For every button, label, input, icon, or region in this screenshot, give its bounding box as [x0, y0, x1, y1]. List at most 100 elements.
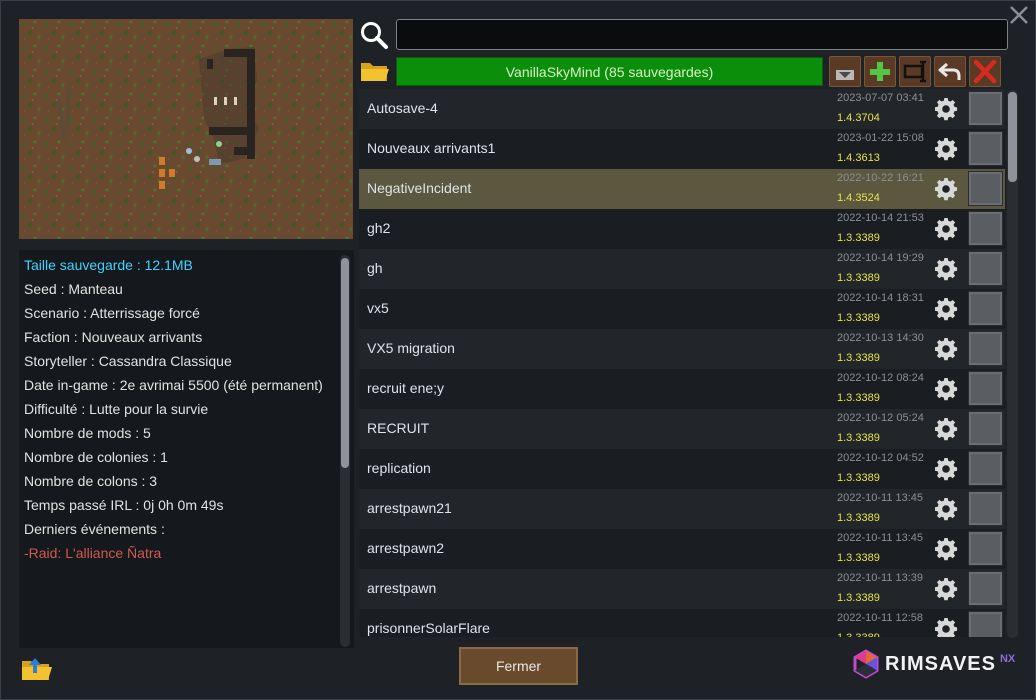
save-load-button[interactable] [968, 171, 1003, 206]
save-row[interactable]: gh 2022-10-14 19:29 1.3.3389 [359, 249, 1005, 289]
info-scrollbar[interactable] [340, 255, 350, 647]
save-version: 1.3.3389 [837, 352, 880, 364]
save-load-button[interactable] [968, 251, 1003, 286]
save-row[interactable]: arrestpawn 2022-10-11 13:39 1.3.3389 [359, 569, 1005, 609]
brand-logo: RIMSAVES NX [851, 648, 1015, 680]
save-load-button[interactable] [968, 371, 1003, 406]
save-list: Autosave-4 2023-07-07 03:41 1.4.3704 Nouvea… [359, 89, 1005, 637]
save-date: 2023-01-22 15:08 [837, 132, 924, 144]
gear-icon[interactable] [934, 577, 958, 601]
open-folder-icon[interactable] [359, 57, 391, 85]
save-load-button[interactable] [968, 291, 1003, 326]
save-version: 1.3.3389 [837, 392, 880, 404]
save-date: 2022-10-13 14:30 [837, 332, 924, 344]
save-row[interactable]: arrestpawn21 2022-10-11 13:45 1.3.3389 [359, 489, 1005, 529]
gear-icon[interactable] [934, 377, 958, 401]
save-load-button[interactable] [968, 411, 1003, 446]
info-difficulty: Difficulté : Lutte pour la survie [24, 401, 209, 417]
save-row[interactable]: replication 2022-10-12 04:52 1.3.3389 [359, 449, 1005, 489]
save-row[interactable]: RECRUIT 2022-10-12 05:24 1.3.3389 [359, 409, 1005, 449]
gear-icon[interactable] [934, 177, 958, 201]
save-load-button[interactable] [968, 491, 1003, 526]
save-load-button[interactable] [968, 211, 1003, 246]
save-name: arrestpawn21 [367, 500, 452, 516]
save-row[interactable]: vx5 2022-10-14 18:31 1.3.3389 [359, 289, 1005, 329]
dropdown-icon [836, 70, 854, 80]
save-date: 2022-10-14 18:31 [837, 292, 924, 304]
close-button[interactable]: Fermer [459, 647, 578, 685]
add-icon [870, 62, 890, 81]
info-colony-count: Nombre de colonies : 1 [24, 449, 168, 465]
save-row[interactable]: recruit ene;y 2022-10-12 08:24 1.3.3389 [359, 369, 1005, 409]
info-seed: Seed : Manteau [24, 281, 123, 297]
gear-icon[interactable] [934, 497, 958, 521]
gear-icon[interactable] [934, 97, 958, 121]
save-list-scrollbar[interactable] [1007, 90, 1018, 638]
brand-suffix: NX [999, 653, 1016, 665]
save-info-panel: Taille sauvegarde : 12.1MB Seed : Mantea… [19, 250, 354, 648]
search-icon [361, 22, 388, 49]
rimsaves-logo-icon [853, 649, 879, 679]
save-row[interactable]: NegativeIncident 2022-10-22 16:21 1.4.3524 [359, 169, 1005, 209]
back-icon [938, 62, 961, 80]
save-row[interactable]: VX5 migration 2022-10-13 14:30 1.3.3389 [359, 329, 1005, 369]
save-load-button[interactable] [968, 91, 1003, 126]
save-name: Autosave-4 [367, 100, 438, 116]
save-folder-selector[interactable]: VanillaSkyMind (85 sauvegardes) [396, 57, 823, 86]
upload-folder-icon[interactable] [21, 656, 53, 682]
save-version: 1.3.3389 [837, 632, 880, 637]
info-ingame-date: Date in-game : 2e avrimai 5500 (été perm… [24, 377, 323, 393]
info-colonist-count: Nombre de colons : 3 [24, 473, 158, 489]
save-name: gh [367, 260, 383, 276]
delete-button[interactable] [969, 56, 1001, 87]
save-row[interactable]: prisonnerSolarFlare 2022-10-11 12:58 1.3.3… [359, 609, 1005, 637]
save-date: 2022-10-22 16:21 [837, 172, 924, 184]
save-name: prisonnerSolarFlare [367, 620, 490, 636]
save-date: 2022-10-11 13:45 [837, 492, 924, 504]
save-load-button[interactable] [968, 131, 1003, 166]
save-version: 1.3.3389 [837, 552, 880, 564]
save-date: 2022-10-12 04:52 [837, 452, 924, 464]
save-name: arrestpawn2 [367, 540, 445, 556]
save-load-button[interactable] [968, 571, 1003, 606]
info-mod-count: Nombre de mods : 5 [24, 425, 151, 441]
back-button[interactable] [934, 56, 966, 87]
gear-icon[interactable] [934, 417, 958, 441]
save-version: 1.3.3389 [837, 272, 880, 284]
gear-icon[interactable] [934, 137, 958, 161]
gear-icon[interactable] [934, 257, 958, 281]
save-name: recruit ene;y [367, 380, 445, 396]
gear-icon[interactable] [934, 297, 958, 321]
save-load-button[interactable] [968, 451, 1003, 486]
save-name: vx5 [367, 300, 389, 316]
save-date: 2023-07-07 03:41 [837, 92, 924, 104]
save-date: 2022-10-11 13:39 [837, 572, 924, 584]
info-save-size: Taille sauvegarde : 12.1MB [24, 257, 193, 273]
gear-icon[interactable] [934, 337, 958, 361]
gear-icon[interactable] [934, 537, 958, 561]
gear-icon[interactable] [934, 457, 958, 481]
save-date: 2022-10-11 12:58 [837, 612, 924, 624]
rename-button[interactable] [899, 56, 931, 87]
save-load-button[interactable] [968, 611, 1003, 637]
save-name: replication [367, 460, 431, 476]
save-row[interactable]: Autosave-4 2023-07-07 03:41 1.4.3704 [359, 89, 1005, 129]
info-faction: Faction : Nouveaux arrivants [24, 329, 203, 345]
save-version: 1.3.3389 [837, 232, 880, 244]
search-input[interactable] [396, 19, 1008, 50]
save-version: 1.3.3389 [837, 472, 880, 484]
gear-icon[interactable] [934, 617, 958, 637]
save-row[interactable]: gh2 2022-10-14 21:53 1.3.3389 [359, 209, 1005, 249]
info-event-item: -Raid: L'alliance Ñatra [24, 545, 162, 561]
save-row[interactable]: arrestpawn2 2022-10-11 13:45 1.3.3389 [359, 529, 1005, 569]
save-row[interactable]: Nouveaux arrivants1 2023-01-22 15:08 1.4.3… [359, 129, 1005, 169]
close-icon[interactable] [1007, 3, 1031, 27]
add-save-button[interactable] [864, 56, 896, 87]
delete-icon [973, 59, 997, 84]
save-load-button[interactable] [968, 331, 1003, 366]
dropdown-button[interactable] [829, 56, 861, 87]
save-date: 2022-10-14 21:53 [837, 212, 924, 224]
save-load-button[interactable] [968, 531, 1003, 566]
gear-icon[interactable] [934, 217, 958, 241]
save-manager-window: Taille sauvegarde : 12.1MB Seed : Mantea… [0, 0, 1036, 700]
